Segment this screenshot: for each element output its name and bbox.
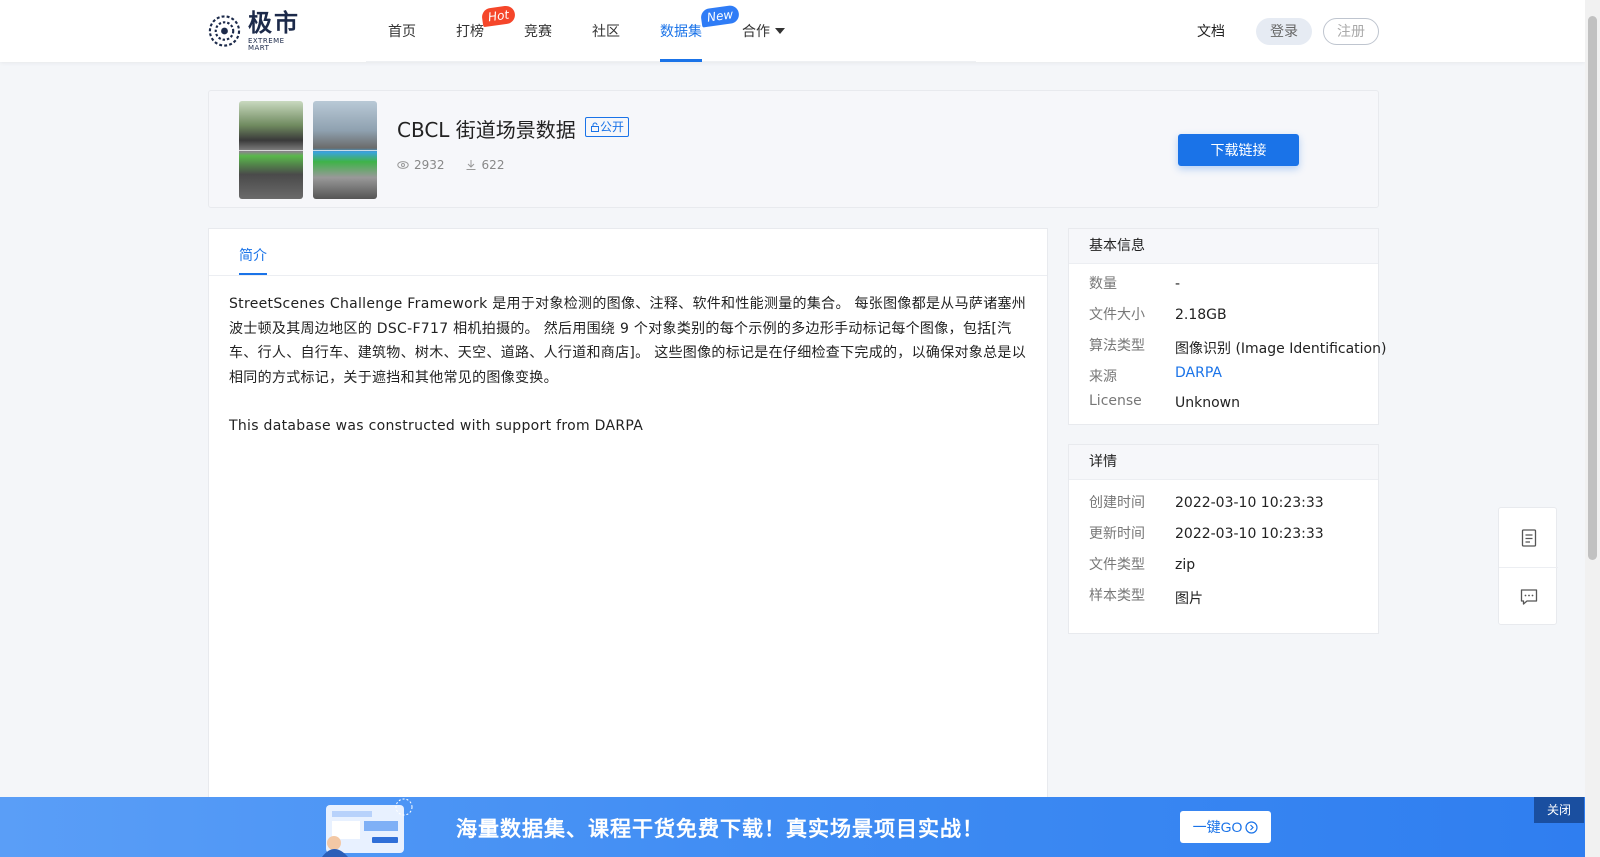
- nav-cooperation[interactable]: 合作: [742, 21, 785, 41]
- tab-intro[interactable]: 简介: [239, 245, 267, 265]
- document-icon: [1521, 528, 1536, 547]
- visibility-label: 公开: [600, 120, 625, 134]
- basic-info-heading: 基本信息: [1069, 229, 1378, 264]
- promo-banner: 海量数据集、课程干货免费下载！真实场景项目实战！ 一键GO 关闭: [0, 797, 1585, 857]
- lock-icon: [591, 122, 599, 132]
- dataset-hero-card: CBCL 街道场景数据 公开 2932 622 下载链接: [208, 90, 1379, 208]
- nav-community[interactable]: 社区: [592, 21, 620, 41]
- info-row-quantity: 数量 -: [1089, 276, 1181, 292]
- go-button[interactable]: 一键GO: [1180, 811, 1271, 843]
- logo-icon: [208, 15, 241, 47]
- promo-illustration-icon: [322, 798, 413, 857]
- go-button-label: 一键GO: [1192, 819, 1243, 835]
- site-logo[interactable]: 极市 EXTREME MART: [207, 8, 307, 52]
- detail-row-sample-type: 样本类型 图片: [1089, 588, 1203, 607]
- document-button[interactable]: [1499, 508, 1558, 567]
- chat-icon: [1520, 589, 1537, 605]
- detail-row-updated: 更新时间 2022-03-10 10:23:33: [1089, 526, 1324, 542]
- details-card: 详情 创建时间 2022-03-10 10:23:33 更新时间 2022-03-1…: [1068, 444, 1379, 634]
- description-paragraph-1: StreetScenes Challenge Framework 是用于对象检测…: [229, 296, 1027, 386]
- floating-toolbar: [1498, 507, 1558, 626]
- tab-active-indicator: [239, 273, 267, 275]
- info-row-source: 来源 DARPA: [1089, 365, 1222, 385]
- page-scrollbar[interactable]: [1585, 0, 1600, 857]
- logo-text-cn: 极市: [247, 8, 300, 37]
- detail-row-created: 创建时间 2022-03-10 10:23:33: [1089, 495, 1324, 511]
- download-count-value: 622: [481, 158, 505, 172]
- nav-datasets[interactable]: 数据集: [660, 21, 702, 41]
- details-heading: 详情: [1069, 445, 1378, 480]
- logo-text-en: EXTREME MART: [247, 36, 285, 52]
- dataset-stats: 2932 622: [397, 158, 504, 172]
- dataset-content-panel: 简介 StreetScenes Challenge Framework 是用于对…: [208, 228, 1048, 857]
- download-count: 622: [465, 158, 505, 172]
- close-banner-button[interactable]: 关闭: [1534, 797, 1584, 823]
- download-link-button[interactable]: 下载链接: [1178, 134, 1299, 166]
- dataset-thumbnail-2: [313, 101, 377, 199]
- docs-link[interactable]: 文档: [1197, 21, 1225, 41]
- feedback-button[interactable]: [1499, 567, 1558, 626]
- promo-text: 海量数据集、课程干货免费下载！真实场景项目实战！: [456, 817, 984, 841]
- info-row-license: License Unknown: [1089, 393, 1240, 411]
- nav-home[interactable]: 首页: [388, 21, 416, 41]
- new-badge: New: [699, 4, 741, 28]
- arrow-circle-icon: [1245, 820, 1258, 834]
- hot-badge: Hot: [480, 4, 517, 28]
- tab-bar: 简介: [209, 229, 1047, 276]
- info-row-algorithm-type: 算法类型 图像识别 (Image Identification): [1089, 338, 1387, 357]
- description-paragraph-2: This database was constructed with suppo…: [229, 418, 644, 434]
- nav-cooperation-label: 合作: [742, 24, 770, 40]
- register-button[interactable]: 注册: [1323, 18, 1379, 45]
- source-link[interactable]: DARPA: [1175, 365, 1222, 381]
- dataset-title: CBCL 街道场景数据: [397, 118, 576, 142]
- view-count: 2932: [397, 158, 445, 172]
- basic-info-card: 基本信息 数量 - 文件大小 2.18GB 算法类型 图像识别 (Image Iden…: [1068, 228, 1387, 425]
- eye-icon: [397, 161, 409, 169]
- top-header: 极市 EXTREME MART 首页 打榜 Hot 竞赛 社区 数据集 New …: [0, 0, 1585, 62]
- dataset-description: StreetScenes Challenge Framework 是用于对象检测…: [229, 292, 1029, 439]
- caret-down-icon: [775, 28, 785, 34]
- nav-competition[interactable]: 竞赛: [524, 21, 552, 41]
- info-row-file-size: 文件大小 2.18GB: [1089, 307, 1227, 323]
- login-button[interactable]: 登录: [1256, 18, 1312, 45]
- nav-leaderboard[interactable]: 打榜: [456, 21, 484, 41]
- download-icon: [466, 160, 476, 170]
- scrollbar-thumb[interactable]: [1588, 16, 1597, 560]
- detail-row-file-type: 文件类型 zip: [1089, 557, 1196, 573]
- visibility-tag: 公开: [585, 117, 630, 137]
- nav-active-indicator: [660, 59, 702, 62]
- dataset-thumbnail-1: [239, 101, 303, 199]
- view-count-value: 2932: [414, 158, 445, 172]
